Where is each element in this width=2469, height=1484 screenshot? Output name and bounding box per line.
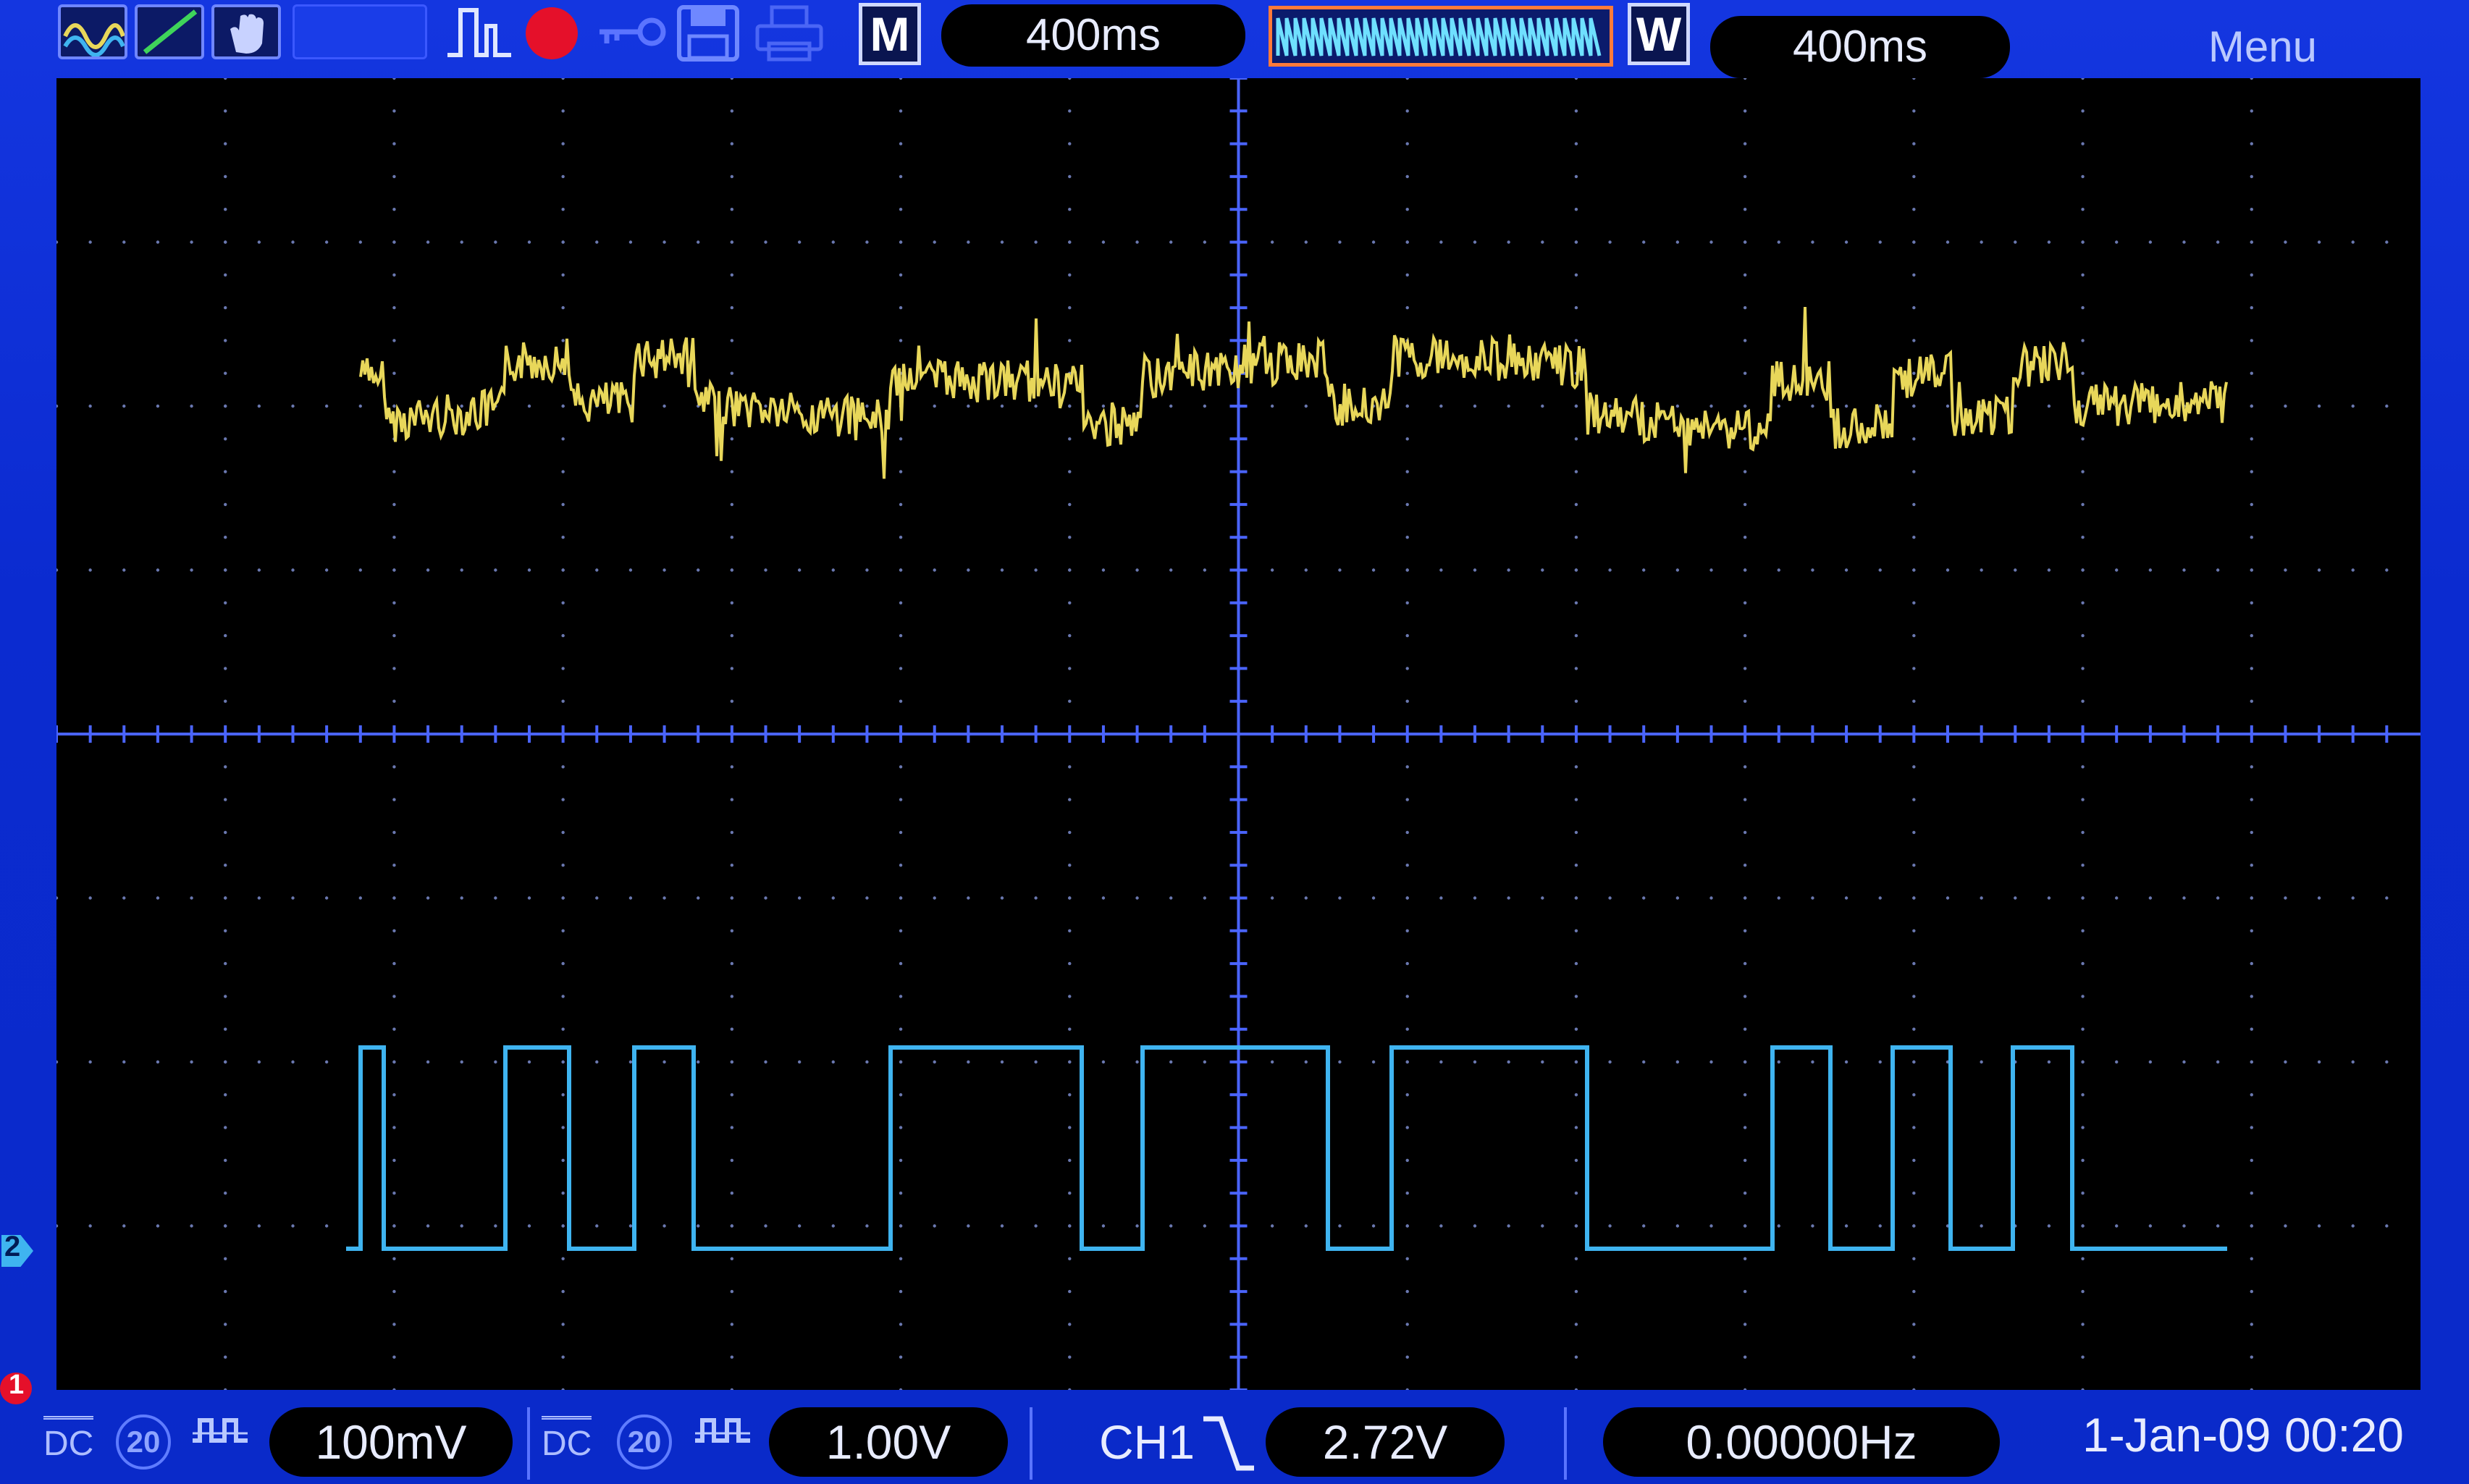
hand-icon[interactable]: [211, 4, 281, 59]
status-divider: [1564, 1407, 1567, 1480]
ch1-volts-div[interactable]: 100mV: [269, 1407, 513, 1477]
waveform-traces: [346, 306, 2228, 1251]
record-icon[interactable]: [521, 3, 582, 59]
ch2-coupling[interactable]: DC: [542, 1416, 592, 1469]
status-divider: [527, 1407, 530, 1480]
memory-waveform-icon: [1276, 17, 1602, 56]
waveform-display: [56, 78, 2420, 1390]
trigger-source[interactable]: CH1: [1099, 1407, 1195, 1477]
key-icon[interactable]: [594, 4, 669, 59]
menu-button[interactable]: Menu: [2208, 22, 2317, 72]
save-icon[interactable]: [673, 4, 743, 62]
blank-status-slot: [293, 4, 427, 59]
ch1-trace: [359, 306, 2228, 479]
trigger-level[interactable]: 2.72V: [1266, 1407, 1505, 1477]
trigger-falling-edge-icon: [1199, 1410, 1257, 1479]
ch2-invert-icon[interactable]: [692, 1412, 753, 1472]
window-badge: W: [1628, 3, 1690, 65]
bottom-status-bar: DC 20 100mV DC 20 1.00V CH1 2.72V 0.0000…: [0, 1390, 2469, 1484]
memory-waveform-indicator[interactable]: [1269, 6, 1613, 67]
pulse-icon[interactable]: [443, 4, 516, 59]
main-timebase[interactable]: 400ms: [941, 4, 1245, 67]
ch1-coupling[interactable]: DC: [43, 1416, 94, 1469]
frequency-counter: 0.00000Hz: [1603, 1407, 2000, 1477]
ch2-bw-limit[interactable]: 20: [617, 1415, 672, 1470]
ch1-invert-icon[interactable]: [190, 1412, 251, 1472]
mode-badge: M: [859, 3, 921, 65]
ch2-marker-label: 2: [4, 1231, 21, 1262]
window-timebase[interactable]: 400ms: [1710, 16, 2010, 78]
trigger-slope-icon[interactable]: [135, 4, 204, 59]
print-icon[interactable]: [753, 4, 825, 62]
status-divider: [1030, 1407, 1032, 1480]
ch1-bw-limit[interactable]: 20: [116, 1415, 171, 1470]
channel-sine-icon[interactable]: [58, 4, 127, 59]
ch2-volts-div[interactable]: 1.00V: [769, 1407, 1008, 1477]
ch2-trace: [346, 1045, 2227, 1251]
datetime: 1-Jan-09 00:20: [2082, 1408, 2404, 1462]
top-toolbar: M 400ms W 400ms Menu: [0, 0, 2469, 80]
